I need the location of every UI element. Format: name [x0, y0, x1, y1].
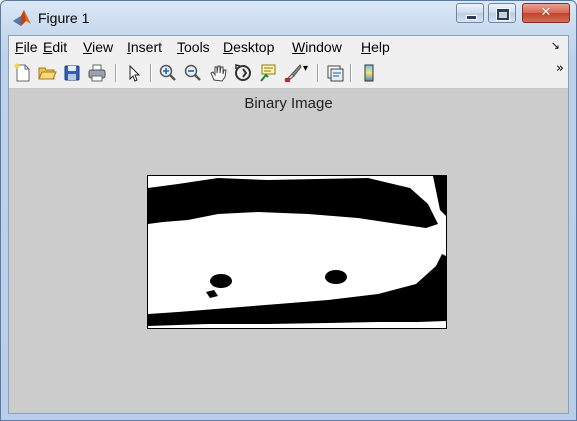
- figure-client-area: File Edit View Insert Tools Desktop Wind…: [8, 35, 569, 414]
- axes-title: Binary Image: [244, 95, 333, 112]
- minimize-icon: [457, 4, 483, 22]
- binary-image-content: [148, 176, 446, 328]
- maximize-button[interactable]: [488, 3, 516, 23]
- menu-insert[interactable]: Insert: [127, 39, 162, 55]
- axes-area: Binary Image: [9, 89, 568, 413]
- toolbar-separator: [115, 64, 117, 82]
- rotate-3d-icon[interactable]: [233, 63, 253, 83]
- save-icon[interactable]: [62, 63, 82, 83]
- minimize-button[interactable]: [456, 3, 484, 23]
- new-figure-icon[interactable]: [13, 63, 33, 83]
- menu-tools[interactable]: Tools: [177, 39, 210, 55]
- matlab-logo-icon: [13, 10, 31, 26]
- print-icon[interactable]: [87, 63, 107, 83]
- brush-dropdown-icon[interactable]: ▾: [303, 63, 308, 74]
- toolbar-separator: [350, 64, 352, 82]
- figure-toolbar: ▾ »: [9, 58, 568, 89]
- binary-image: [147, 175, 447, 329]
- menu-view[interactable]: View: [83, 39, 113, 55]
- close-icon: ✕: [540, 5, 552, 20]
- select-arrow-icon[interactable]: [124, 63, 144, 83]
- toolbar-separator: [150, 64, 152, 82]
- window-title: Figure 1: [38, 10, 90, 26]
- menu-help[interactable]: Help: [361, 39, 390, 55]
- menu-overflow-icon[interactable]: ↘: [551, 39, 560, 52]
- link-plot-icon[interactable]: [325, 63, 345, 83]
- menu-desktop[interactable]: Desktop: [223, 39, 274, 55]
- menu-file[interactable]: File: [15, 39, 38, 55]
- menu-edit[interactable]: Edit: [43, 39, 67, 55]
- menu-bar: File Edit View Insert Tools Desktop Wind…: [9, 36, 568, 58]
- figure-window: Figure 1 ✕ File Edit View Insert Tools D…: [0, 0, 577, 421]
- toolbar-overflow-icon[interactable]: »: [556, 61, 564, 76]
- close-button[interactable]: ✕: [522, 3, 570, 23]
- title-bar[interactable]: Figure 1 ✕: [1, 1, 576, 35]
- menu-window[interactable]: Window: [292, 39, 342, 55]
- data-cursor-icon[interactable]: [258, 63, 278, 83]
- open-folder-icon[interactable]: [37, 63, 57, 83]
- zoom-out-icon[interactable]: [183, 63, 203, 83]
- brush-icon[interactable]: [283, 63, 303, 83]
- maximize-icon: [489, 4, 515, 22]
- toolbar-separator: [317, 64, 319, 82]
- pan-hand-icon[interactable]: [208, 63, 228, 83]
- zoom-in-icon[interactable]: [158, 63, 178, 83]
- colorbar-icon[interactable]: [359, 63, 379, 83]
